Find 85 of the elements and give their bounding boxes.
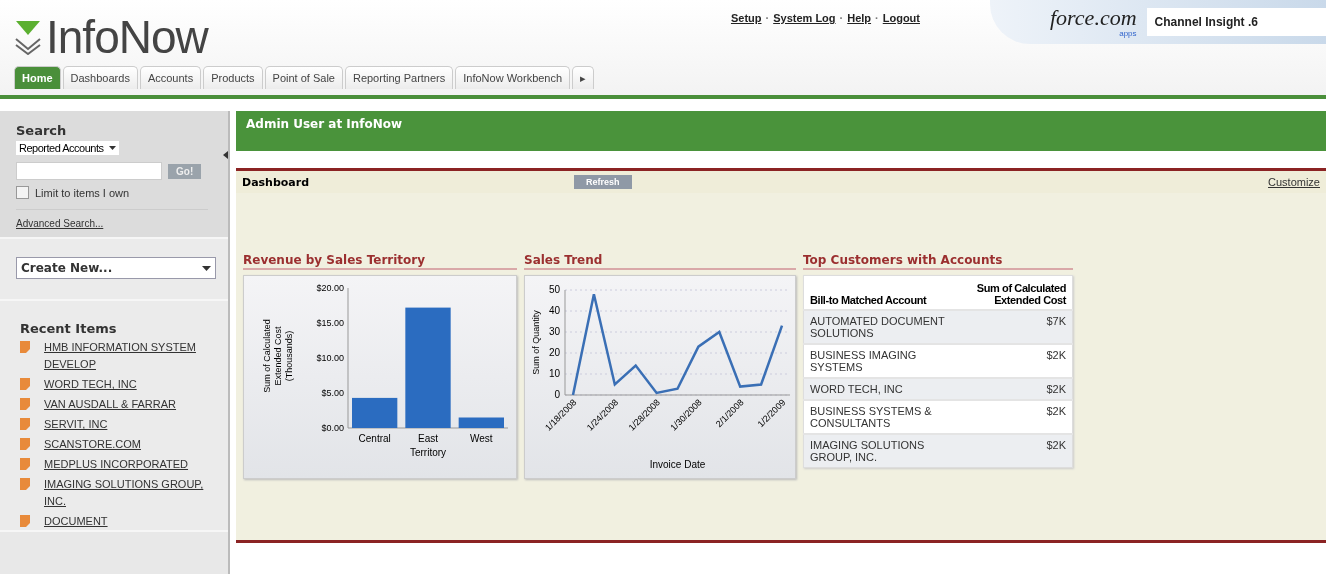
record-icon [20, 418, 30, 430]
caret-icon [109, 146, 117, 150]
tick-label: 50 [548, 284, 560, 295]
caret-icon [202, 265, 211, 271]
record-icon [20, 341, 30, 353]
table-cell: BUSINESS IMAGING SYSTEMS [803, 344, 956, 378]
category-label: East [418, 433, 438, 444]
recent-item-link[interactable]: VAN AUSDALL & FARRAR [44, 396, 204, 413]
scope-dropdown[interactable]: Reported Accounts [16, 141, 120, 155]
advanced-search-link[interactable]: Advanced Search... [16, 209, 208, 229]
recent-item-link[interactable]: WORD TECH, INC [44, 376, 204, 393]
recent-item-link[interactable]: SCANSTORE.COM [44, 436, 204, 453]
collapse-arrow-icon[interactable] [223, 151, 228, 159]
axis-title: Sum of Calculated Extended Cost (Thousands) [262, 319, 294, 393]
separator-dot: · [839, 12, 844, 24]
nav-tab[interactable]: Reporting Partners [344, 66, 454, 89]
column-header: Bill-to Matched Account [803, 275, 956, 310]
component-title: Revenue by Sales Territory [243, 253, 517, 270]
separator-dot: · [875, 12, 879, 24]
nav-tab[interactable]: ▸ [572, 66, 595, 89]
logo-text: InfoNow [46, 14, 208, 60]
tick-label: 20 [548, 347, 560, 358]
table-cell: BUSINESS SYSTEMS & CONSULTANTS [803, 400, 956, 434]
axis-title: Invoice Date [649, 459, 706, 470]
logo-icon [14, 19, 42, 55]
table-cell: $2K [955, 434, 1073, 468]
checkbox-label: Limit to items I own [35, 186, 130, 199]
table-cell: AUTOMATED DOCUMENT SOLUTIONS [803, 310, 956, 344]
tick-label: 10 [548, 368, 560, 379]
nav-tab[interactable]: Point of Sale [264, 66, 343, 89]
category-label: West [470, 433, 493, 444]
record-icon [20, 438, 30, 450]
nav-tab[interactable]: Home [14, 66, 61, 89]
customize-link[interactable]: Customize [1268, 176, 1320, 188]
table-cell: IMAGING SOLUTIONS GROUP, INC. [803, 434, 956, 468]
section-title: Search [16, 123, 68, 138]
welcome-banner: Admin User at InfoNow [236, 111, 1326, 151]
bar [458, 417, 504, 428]
nav-tab[interactable]: Products [203, 66, 263, 89]
recent-item-link[interactable]: IMAGING SOLUTIONS GROUP, INC. [44, 476, 204, 510]
record-icon [20, 458, 30, 470]
platform-logo-sub: apps [1119, 28, 1137, 38]
category-label: Central [358, 433, 391, 444]
recent-item-link[interactable]: HMB INFORMATION SYSTEM DEVELOP [44, 339, 204, 373]
nav-tab[interactable]: Dashboards [62, 66, 138, 89]
header-link[interactable]: System Log [773, 12, 836, 24]
tick-label: 30 [548, 326, 560, 337]
component-title: Sales Trend [524, 253, 796, 270]
dashboard-title: Dashboard [242, 175, 311, 189]
table-cell: $2K [955, 344, 1073, 378]
tick-label: $0.00 [321, 423, 344, 433]
record-icon [20, 515, 30, 527]
axis-title: Territory [409, 447, 447, 458]
record-icon [20, 478, 30, 490]
table-cell: $2K [955, 378, 1073, 400]
table-cell: $2K [955, 400, 1073, 434]
nav-tab[interactable]: InfoNow Workbench [455, 66, 571, 89]
search-field[interactable] [16, 162, 162, 180]
record-icon [20, 398, 30, 410]
recent-item-link[interactable]: SERVIT, INC [44, 416, 204, 433]
limit-checkbox[interactable] [16, 186, 29, 199]
header-link[interactable]: Help [847, 12, 872, 24]
nav-tab[interactable]: Accounts [139, 66, 202, 89]
section-title: Recent Items [20, 321, 118, 336]
component-title: Top Customers with Accounts [803, 253, 1073, 270]
tick-label: $5.00 [321, 388, 344, 398]
record-icon [20, 378, 30, 390]
tick-label: 40 [548, 305, 560, 316]
tick-label: 0 [554, 389, 560, 400]
recent-item-link[interactable]: DOCUMENT [44, 513, 204, 530]
bar [352, 397, 398, 428]
table-cell: $7K [955, 310, 1073, 344]
axis-title: Sum of Quantity [531, 310, 541, 375]
app-name[interactable]: Channel Insight .6 [1146, 8, 1326, 36]
header-link[interactable]: Setup [730, 12, 762, 24]
platform-logo: force.com [1050, 6, 1137, 29]
header-link[interactable]: Logout [882, 12, 920, 24]
tick-label: $10.00 [316, 353, 344, 363]
recent-item-link[interactable]: MEDPLUS INCORPORATED [44, 456, 204, 473]
create-new-dropdown[interactable]: Create New... [16, 257, 216, 279]
column-header: Sum of Calculated Extended Cost [955, 275, 1073, 310]
tick-label: $20.00 [316, 283, 344, 293]
separator-dot: · [765, 12, 770, 24]
table-cell: WORD TECH, INC [803, 378, 956, 400]
tick-label: $15.00 [316, 318, 344, 328]
